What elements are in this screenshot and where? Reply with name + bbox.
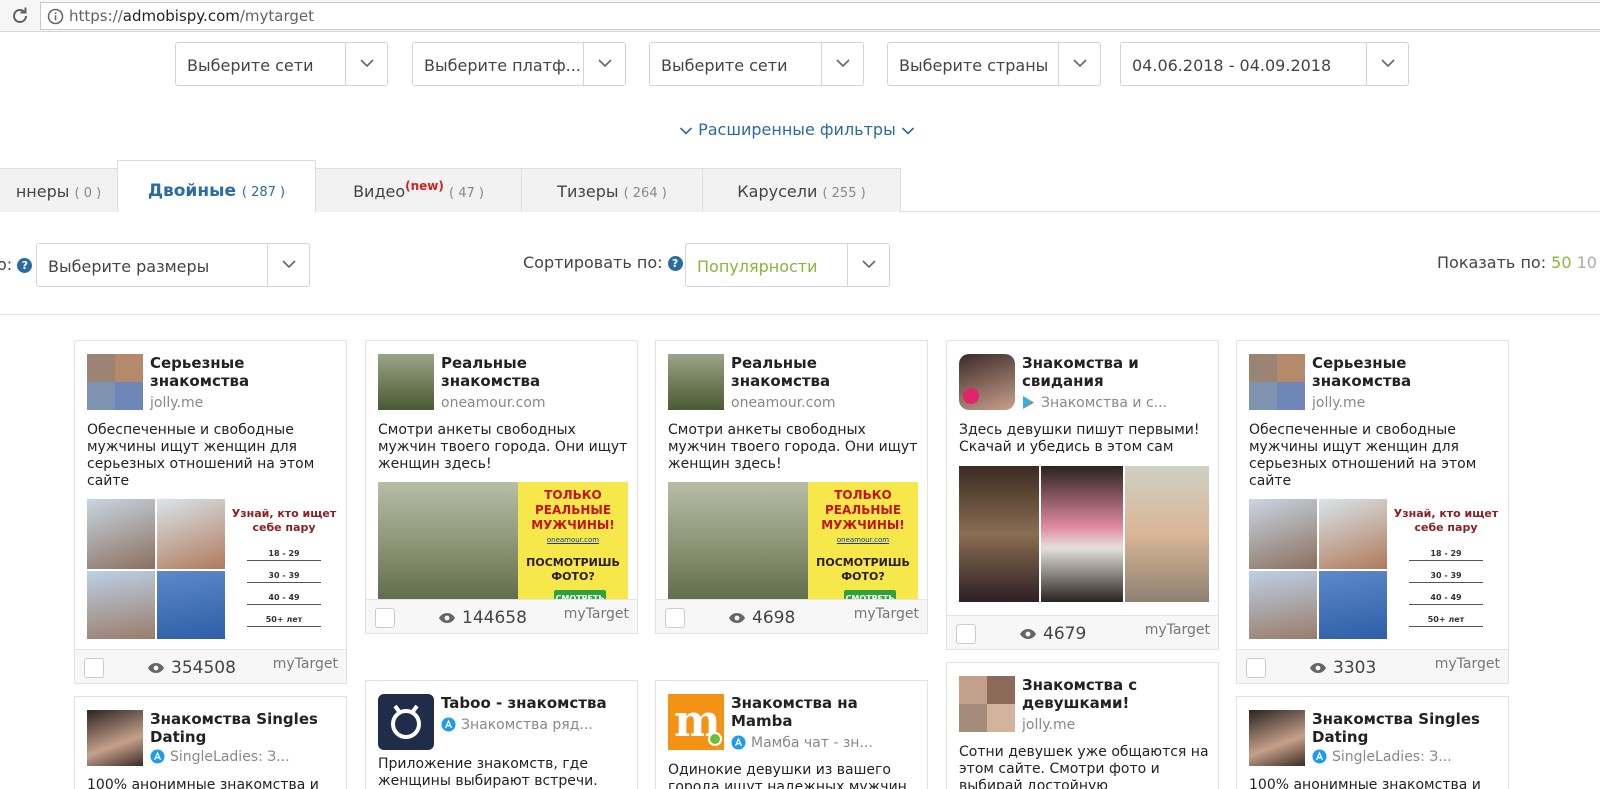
networks-select[interactable]: Выберите сети [175, 42, 388, 86]
url-text: https://admobispy.com/mytarget [69, 7, 315, 25]
countries-select[interactable]: Выберите страны [887, 42, 1101, 86]
view-count: 354508 [147, 658, 236, 678]
chevron-down-icon [598, 59, 612, 68]
page-size-selector: Показать по: 50 10 [1437, 253, 1597, 272]
view-count: 4698 [728, 608, 795, 628]
ad-card[interactable]: m Знакомства на Mamba Мамба чат - зн... … [655, 680, 928, 789]
view-count: 144658 [438, 608, 527, 628]
advertiser-logo [87, 710, 143, 766]
app-icon [378, 694, 434, 750]
ad-card[interactable]: Реальные знакомства oneamour.com Смотри … [365, 340, 638, 634]
tab-double[interactable]: Двойные ( 287 ) [117, 160, 316, 213]
card-footer: 354508 myTarget [75, 649, 346, 683]
ad-image [959, 466, 1209, 602]
url-input[interactable]: https://admobispy.com/mytarget [40, 2, 1600, 30]
chevron-down-icon [679, 126, 693, 135]
ad-card[interactable]: Серьезные знакомства jolly.me Обеспеченн… [74, 340, 347, 684]
advertiser-logo [668, 354, 724, 410]
advertiser-logo [378, 354, 434, 410]
app-icon: m [668, 694, 724, 750]
apple-app-store-icon [150, 749, 165, 764]
browser-address-bar: https://admobispy.com/mytarget [0, 0, 1600, 32]
ad-card[interactable]: Taboo - знакомства Знакомства ряд... При… [365, 680, 638, 789]
tab-teasers[interactable]: Тизеры ( 264 ) [521, 168, 703, 212]
card-footer: 144658 myTarget [366, 599, 637, 633]
chevron-down-icon [1073, 59, 1087, 68]
tab-video[interactable]: Видео(new) ( 47 ) [315, 168, 522, 212]
view-count: 4679 [1019, 624, 1086, 644]
advertiser-logo [1249, 354, 1305, 410]
ad-image: Узнай, кто ищет себе пару 18 - 29 30 - 3… [87, 499, 337, 639]
ad-card[interactable]: Знакомства с девушками! jolly.me Сотни д… [946, 662, 1219, 789]
card-footer: 4679 myTarget [947, 615, 1218, 649]
ad-card[interactable]: Знакомства Singles Dating SingleLadies: … [74, 696, 347, 789]
select-checkbox[interactable] [84, 658, 104, 678]
select-checkbox[interactable] [956, 624, 976, 644]
select-checkbox[interactable] [1246, 658, 1266, 678]
tab-banners[interactable]: ннеры ( 0 ) [0, 168, 118, 212]
advertiser-logo [87, 354, 143, 410]
info-icon[interactable] [47, 8, 64, 25]
page-size-100[interactable]: 10 [1577, 253, 1597, 272]
ad-card[interactable]: Знакомства и свидания Знакомства и с... … [946, 340, 1219, 650]
advertiser-logo [1249, 710, 1305, 766]
sort-select[interactable]: Популярности [685, 243, 890, 287]
apple-app-store-icon [1312, 749, 1327, 764]
google-play-icon [1023, 396, 1034, 409]
chevron-down-icon [360, 59, 374, 68]
sizes-label: о: ? [0, 255, 33, 274]
new-badge: (new) [405, 179, 444, 193]
networks2-select[interactable]: Выберите сети [649, 42, 864, 86]
ad-card[interactable]: Знакомства Singles Dating SingleLadies: … [1236, 696, 1509, 789]
app-icon [959, 354, 1015, 410]
help-icon[interactable]: ? [667, 256, 683, 271]
eye-icon [439, 613, 455, 623]
view-count: 3303 [1309, 658, 1376, 678]
chevron-down-icon [282, 260, 296, 269]
help-icon[interactable]: ? [17, 258, 33, 273]
sort-label: Сортировать по: ? [523, 253, 683, 272]
date-range-select[interactable]: 04.06.2018 - 04.09.2018 [1120, 42, 1409, 86]
select-checkbox[interactable] [665, 608, 685, 628]
taboo-logo-icon [391, 704, 421, 739]
page-size-50[interactable]: 50 [1551, 253, 1571, 272]
apple-app-store-icon [731, 735, 746, 750]
apple-app-store-icon [441, 717, 456, 732]
chevron-down-icon [836, 59, 850, 68]
ad-card[interactable]: Реальные знакомства oneamour.com Смотри … [655, 340, 928, 634]
card-footer: 3303 myTarget [1237, 649, 1508, 683]
ad-image: Узнай, кто ищет себе пару 18 - 29 30 - 3… [1249, 499, 1499, 639]
advertiser-logo [959, 676, 1015, 732]
chevron-down-icon [901, 126, 914, 135]
advanced-filters-toggle[interactable]: Расширенные фильтры [679, 120, 915, 139]
eye-icon [148, 663, 164, 673]
select-checkbox[interactable] [375, 608, 395, 628]
chevron-down-icon [1381, 59, 1395, 68]
sizes-select[interactable]: Выберите размеры [36, 243, 310, 287]
card-footer: 4698 myTarget [656, 599, 927, 633]
toolbar-divider [0, 314, 1600, 315]
platform-select[interactable]: Выберите платф... [412, 42, 626, 86]
eye-icon [1310, 663, 1326, 673]
eye-icon [729, 613, 745, 623]
tab-carousels[interactable]: Карусели ( 255 ) [702, 168, 901, 212]
reload-icon[interactable] [8, 4, 32, 28]
eye-icon [1020, 629, 1036, 639]
ad-card[interactable]: Серьезные знакомства jolly.me Обеспеченн… [1236, 340, 1509, 684]
chevron-down-icon [862, 260, 876, 269]
